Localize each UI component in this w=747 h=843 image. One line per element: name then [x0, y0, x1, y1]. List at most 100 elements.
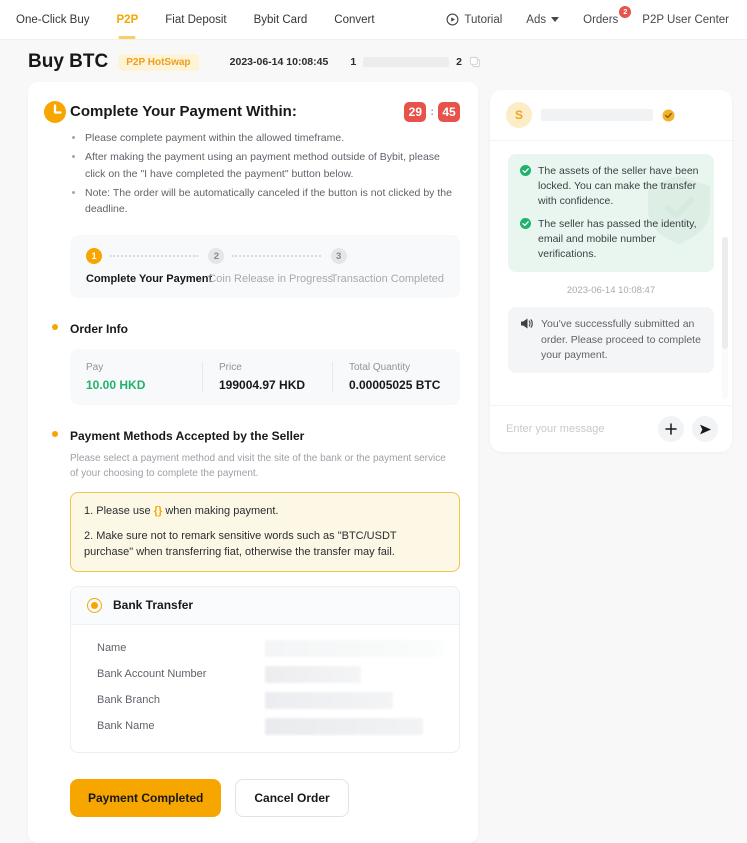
cancel-order-button[interactable]: Cancel Order	[235, 779, 348, 817]
chat-scrollbar[interactable]	[722, 237, 728, 399]
order-meta: 2023-06-14 10:08:45 1 2	[230, 56, 481, 68]
order-pay-column: Pay 10.00 HKD	[70, 362, 202, 392]
section-bullet-icon	[52, 431, 58, 437]
bank-transfer-card: Bank Transfer Name Bank Account Number B…	[70, 586, 460, 753]
order-price-column: Price 199004.97 HKD	[202, 362, 332, 392]
step-label: Complete Your Payment	[86, 273, 208, 285]
bank-transfer-radio[interactable]	[87, 598, 102, 613]
nav-ads[interactable]: Ads	[526, 14, 559, 26]
step-label: Transaction Completed	[331, 273, 444, 285]
bank-detail-row: Bank Branch	[97, 692, 443, 709]
timer-separator: :	[430, 106, 434, 118]
nav-fiat-deposit[interactable]: Fiat Deposit	[165, 14, 226, 26]
payment-methods-subtext: Please select a payment method and visit…	[70, 451, 460, 481]
bank-branch-label: Bank Branch	[97, 694, 265, 706]
order-progress-steps: 1 Complete Your Payment 2 Coin Release i…	[70, 235, 460, 298]
nav-tutorial-label: Tutorial	[464, 14, 502, 26]
send-button[interactable]	[692, 416, 718, 442]
step-transaction-completed: 3 Transaction Completed	[331, 248, 444, 285]
page-header: Buy BTC P2P HotSwap 2023-06-14 10:08:45 …	[0, 40, 747, 82]
payment-deadline-heading: Complete Your Payment Within:	[70, 103, 297, 120]
redacted-value	[265, 718, 423, 735]
message-input[interactable]	[504, 422, 650, 436]
chat-panel: S The assets of the seller have been loc…	[490, 90, 732, 452]
price-label: Price	[219, 362, 316, 373]
step-connector	[110, 255, 198, 257]
page-title: Buy BTC	[28, 51, 108, 73]
copy-icon[interactable]	[469, 56, 481, 68]
nav-convert[interactable]: Convert	[334, 14, 374, 26]
pay-value: 10.00 HKD	[86, 378, 186, 392]
nav-p2p[interactable]: P2P	[117, 14, 139, 26]
check-circle-icon	[520, 165, 531, 176]
step-connector	[232, 255, 320, 257]
bank-account-label: Bank Account Number	[97, 668, 265, 680]
countdown-timer: 29 : 45	[404, 102, 460, 122]
order-info-heading: Order Info	[70, 322, 128, 336]
seller-warning-box: 1. Please use {} when making payment. 2.…	[70, 492, 460, 572]
nav-right: Tutorial Ads Orders 2 P2P User Center	[446, 13, 729, 26]
bank-detail-row: Bank Name	[97, 718, 443, 735]
notice-item: The assets of the seller have been locke…	[520, 164, 702, 210]
nav-left: One-Click Buy P2P Fiat Deposit Bybit Car…	[16, 14, 375, 26]
bank-transfer-header: Bank Transfer	[71, 587, 459, 625]
nav-orders-label: Orders	[583, 14, 618, 26]
scrollbar-thumb[interactable]	[722, 237, 728, 349]
order-info-box: Pay 10.00 HKD Price 199004.97 HKD Total …	[70, 349, 460, 405]
order-quantity-column: Total Quantity 0.00005025 BTC	[332, 362, 460, 392]
step-label: Coin Release in Progress	[208, 273, 330, 285]
seller-avatar[interactable]: S	[506, 102, 532, 128]
bank-detail-row: Bank Account Number	[97, 666, 443, 683]
step-number: 1	[86, 248, 102, 264]
nav-bybit-card[interactable]: Bybit Card	[254, 14, 308, 26]
nav-user-center-label: P2P User Center	[642, 14, 729, 26]
megaphone-icon	[520, 318, 533, 329]
order-info-heading-row: Order Info	[40, 320, 460, 338]
timer-seconds: 45	[438, 102, 460, 122]
nav-tutorial[interactable]: Tutorial	[446, 13, 502, 26]
payment-methods-heading: Payment Methods Accepted by the Seller	[70, 429, 304, 443]
quantity-value: 0.00005025 BTC	[349, 378, 444, 392]
notice-item: The seller has passed the identity, emai…	[520, 217, 702, 263]
step-coin-release: 2 Coin Release in Progress	[208, 248, 330, 285]
nav-p2p-user-center[interactable]: P2P User Center	[642, 14, 729, 26]
chat-input-row	[490, 405, 732, 452]
instruction-item: Note: The order will be automatically ca…	[85, 185, 460, 218]
order-number-end: 2	[456, 56, 462, 68]
bank-detail-row: Name	[97, 640, 443, 657]
bank-name-label: Name	[97, 642, 265, 654]
payment-header-section: Complete Your Payment Within: 29 : 45 Pl…	[40, 100, 460, 298]
notice-text: The assets of the seller have been locke…	[538, 164, 702, 210]
payment-completed-button[interactable]: Payment Completed	[70, 779, 221, 817]
check-circle-icon	[520, 218, 531, 229]
payment-instructions-list: Please complete payment within the allow…	[70, 130, 460, 217]
redacted-value	[265, 666, 361, 683]
attach-button[interactable]	[658, 416, 684, 442]
warning-line-2: 2. Make sure not to remark sensitive wor…	[84, 528, 446, 561]
nav-one-click-buy[interactable]: One-Click Buy	[16, 14, 90, 26]
notice-text: The seller has passed the identity, emai…	[538, 217, 702, 263]
seller-safety-notice: The assets of the seller have been locke…	[508, 154, 714, 272]
section-bullet-icon	[52, 324, 58, 330]
chat-header: S	[490, 90, 732, 141]
tutorial-icon	[446, 13, 459, 26]
p2p-hotswap-badge: P2P HotSwap	[118, 54, 198, 71]
bank-transfer-details: Name Bank Account Number Bank Branch	[71, 625, 459, 752]
nav-ads-label: Ads	[526, 14, 546, 26]
step-number: 2	[208, 248, 224, 264]
instruction-item: Please complete payment within the allow…	[85, 130, 460, 146]
pay-label: Pay	[86, 362, 186, 373]
timer-minutes: 29	[404, 102, 426, 122]
payment-card: Complete Your Payment Within: 29 : 45 Pl…	[28, 82, 478, 843]
instruction-item: After making the payment using an paymen…	[85, 149, 460, 182]
step-complete-payment: 1 Complete Your Payment	[86, 248, 208, 285]
bank-bankname-label: Bank Name	[97, 720, 265, 732]
action-buttons: Payment Completed Cancel Order	[70, 779, 460, 817]
seller-name-redacted	[541, 109, 653, 121]
nav-orders[interactable]: Orders 2	[583, 14, 618, 26]
plus-icon	[665, 423, 677, 435]
payment-methods-heading-row: Payment Methods Accepted by the Seller P…	[40, 427, 460, 481]
step-number: 3	[331, 248, 347, 264]
order-info-section: Pay 10.00 HKD Price 199004.97 HKD Total …	[40, 338, 460, 405]
redacted-value	[265, 692, 393, 709]
